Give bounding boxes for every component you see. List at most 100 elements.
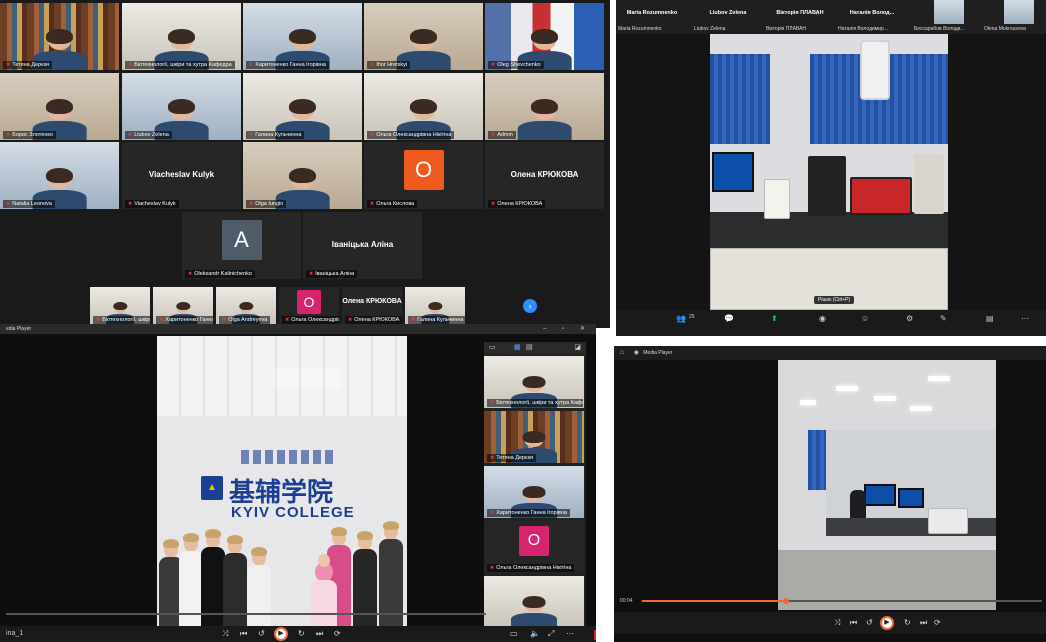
- more-icon[interactable]: ⋯: [1021, 314, 1029, 323]
- strip-participant-tile[interactable]: ✖ Галина Кульчинна: [405, 287, 465, 325]
- participant-name: Біотехнології, шкіри: [102, 317, 150, 323]
- strip-next-icon[interactable]: ›: [523, 299, 537, 313]
- chat-icon[interactable]: 💬: [724, 314, 734, 323]
- muted-mic-icon: ✖: [411, 317, 416, 323]
- play-button[interactable]: ▶: [880, 616, 894, 630]
- participant-tile[interactable]: ✖ Olga Iungin: [243, 142, 362, 209]
- lab-instrument: [914, 154, 944, 214]
- hair: [176, 301, 190, 311]
- participant-tile[interactable]: ✖ Ihor Hretskyi: [364, 3, 483, 70]
- muted-mic-icon: ✖: [491, 62, 496, 68]
- strip-participant-tile[interactable]: ✖ Біотехнології, шкіри: [90, 287, 150, 325]
- previous-icon[interactable]: ⏮: [850, 618, 857, 628]
- participant-tile[interactable]: ✖ Admin: [485, 73, 604, 140]
- repeat-icon[interactable]: ⟳: [934, 618, 941, 627]
- participant-tile[interactable]: ✖ Галина Кульчинна: [243, 73, 362, 140]
- header-participant[interactable]: Наталія Волод... Наталія Володимир...: [836, 0, 908, 34]
- muted-mic-icon: ✖: [491, 201, 496, 207]
- strip-participant-tile[interactable]: Олена КРЮКОВА ✖ Олена КРЮКОВА: [342, 287, 402, 325]
- next-icon[interactable]: ⏭: [316, 629, 323, 639]
- right-progress-knob[interactable]: [783, 598, 789, 604]
- strip-participant-tile[interactable]: O ✖Ольга Олександрівн...: [279, 287, 339, 325]
- gallery-view-icon[interactable]: ▦: [514, 343, 521, 351]
- play-button[interactable]: ▶: [274, 627, 288, 641]
- record-icon[interactable]: ◉: [819, 314, 826, 323]
- grid-icon[interactable]: ▤: [526, 343, 533, 351]
- header-participant[interactable]: Вікторія ПЛАВАН Вікторія ПЛАВАН: [764, 0, 836, 34]
- muted-mic-icon: ✖: [491, 132, 496, 138]
- rewind-icon[interactable]: ↺: [258, 629, 265, 638]
- side-participant-tile[interactable]: ✖ Тетяна Деркач: [484, 411, 584, 463]
- shuffle-icon[interactable]: ⤨: [834, 618, 840, 628]
- side-participant-tile[interactable]: O ✖ Ольга Олександрівна Нікітіна: [484, 521, 584, 573]
- side-participant-tile[interactable]: [484, 576, 584, 628]
- left-progress-bar[interactable]: [6, 613, 486, 615]
- forward-icon[interactable]: ↻: [904, 618, 911, 627]
- participant-name-label: ✖Біотехнології, шкіри та хутра Кафедра: [487, 399, 583, 407]
- header-participant[interactable]: Olena Mokrousova: [982, 0, 1046, 34]
- share-screen-icon[interactable]: ⬆: [771, 314, 778, 323]
- participant-tile[interactable]: ✖ Біотехнології, шкіри та хутра Кафедра: [122, 3, 241, 70]
- participant-tile[interactable]: O ✖ Ольга Кислова: [364, 142, 483, 209]
- hair: [113, 301, 127, 311]
- participants-count: 25: [689, 314, 695, 320]
- header-display-name: Maria Rozumnenko: [626, 10, 678, 16]
- view-icon[interactable]: ▭: [489, 343, 496, 351]
- participants-icon[interactable]: 👥: [676, 314, 686, 323]
- apps-icon[interactable]: ⚙: [906, 314, 913, 323]
- participant-display-name: Viacheslav Kulyk: [148, 170, 215, 180]
- participant-name: Харитоненко Ганна І...: [165, 317, 213, 323]
- participant-tile[interactable]: ✖ Борис Злотенко: [0, 73, 119, 140]
- participant-tile[interactable]: Іваніцька Аліна ✖ Іваніцька Аліна: [303, 212, 422, 279]
- participant-tile[interactable]: Viacheslav Kulyk ✖ Viacheslav Kulyk: [122, 142, 241, 209]
- body: [201, 547, 225, 632]
- computer-tower: [808, 156, 846, 216]
- participant-name-label: ✖ Олена КРЮКОВА: [345, 316, 402, 324]
- participant-tile[interactable]: ✖ Oleg Shevchenko: [485, 3, 604, 70]
- side-participant-tile[interactable]: ✖Біотехнології, шкіри та хутра Кафедра: [484, 356, 584, 408]
- media-player-title: edia Player: [6, 326, 32, 332]
- participant-tile[interactable]: A ✖ Oleksandr Kalinichenko: [182, 212, 301, 279]
- participant-tile[interactable]: Олена КРЮКОВА ✖ Олена КРЮКОВА: [485, 142, 604, 209]
- whiteboard-icon[interactable]: ✎: [940, 314, 947, 323]
- cast-icon[interactable]: ▭: [510, 629, 518, 638]
- previous-icon[interactable]: ⏮: [240, 629, 247, 639]
- home-icon[interactable]: ⌂: [620, 349, 624, 356]
- participant-tile[interactable]: ✖ Natalia Leonova: [0, 142, 119, 209]
- muted-mic-icon: ✖: [128, 62, 133, 68]
- strip-participant-tile[interactable]: ✖Харитоненко Ганна І...: [153, 287, 213, 325]
- rewind-icon[interactable]: ↺: [866, 618, 873, 627]
- header-participant[interactable]: Бессарабов Володи...: [912, 0, 984, 34]
- header-participant[interactable]: Liubov Zelena Liubov Zelena: [692, 0, 764, 34]
- fullscreen-icon[interactable]: ⤢: [548, 629, 554, 639]
- popout-icon[interactable]: ◪: [574, 343, 581, 351]
- participant-tile[interactable]: ✖ Liubov Zelena: [122, 73, 241, 140]
- muted-mic-icon: ✖: [249, 132, 254, 138]
- participant-tile[interactable]: ✖ Ольга Олександрівна Нікітіна: [364, 73, 483, 140]
- hair: [45, 167, 74, 183]
- right-progress-bar[interactable]: [642, 598, 1042, 604]
- repeat-icon[interactable]: ⟳: [334, 629, 341, 638]
- strip-participant-tile[interactable]: ✖ Olga Andreyeva: [216, 287, 276, 325]
- participant-tile[interactable]: ✖ Тетяна Деркач: [0, 3, 119, 70]
- notes-icon[interactable]: ▤: [986, 314, 994, 323]
- participant-name: Олена КРЮКОВА: [497, 201, 543, 207]
- hair: [167, 98, 196, 114]
- next-icon[interactable]: ⏭: [920, 618, 927, 628]
- side-participant-tile[interactable]: ✖ Харитоненко Ганна Ігорівна: [484, 466, 584, 518]
- window-controls[interactable]: – ▫ ✕: [543, 324, 592, 334]
- hair: [409, 28, 438, 44]
- more-options-icon[interactable]: ⋯: [566, 629, 574, 638]
- participant-name-label: ✖ Olga Andreyeva: [219, 316, 271, 324]
- muted-mic-icon: ✖: [249, 201, 254, 207]
- participant-name: Харитоненко Ганна Ігорівна: [496, 510, 567, 516]
- participant-name-label: ✖ Oleg Shevchenko: [488, 61, 544, 69]
- reactions-icon[interactable]: ☺: [861, 314, 869, 323]
- shuffle-icon[interactable]: ⤨: [222, 629, 228, 639]
- volume-icon[interactable]: 🔈: [530, 629, 540, 638]
- ceiling-light: [836, 386, 858, 391]
- participant-tile[interactable]: ✖ Харитоненко Ганна Ігорівна: [243, 3, 362, 70]
- header-participant[interactable]: Maria Rozumnenko Maria Rozumnenko: [616, 0, 688, 34]
- computer-monitor: [898, 488, 924, 508]
- forward-icon[interactable]: ↻: [298, 629, 305, 638]
